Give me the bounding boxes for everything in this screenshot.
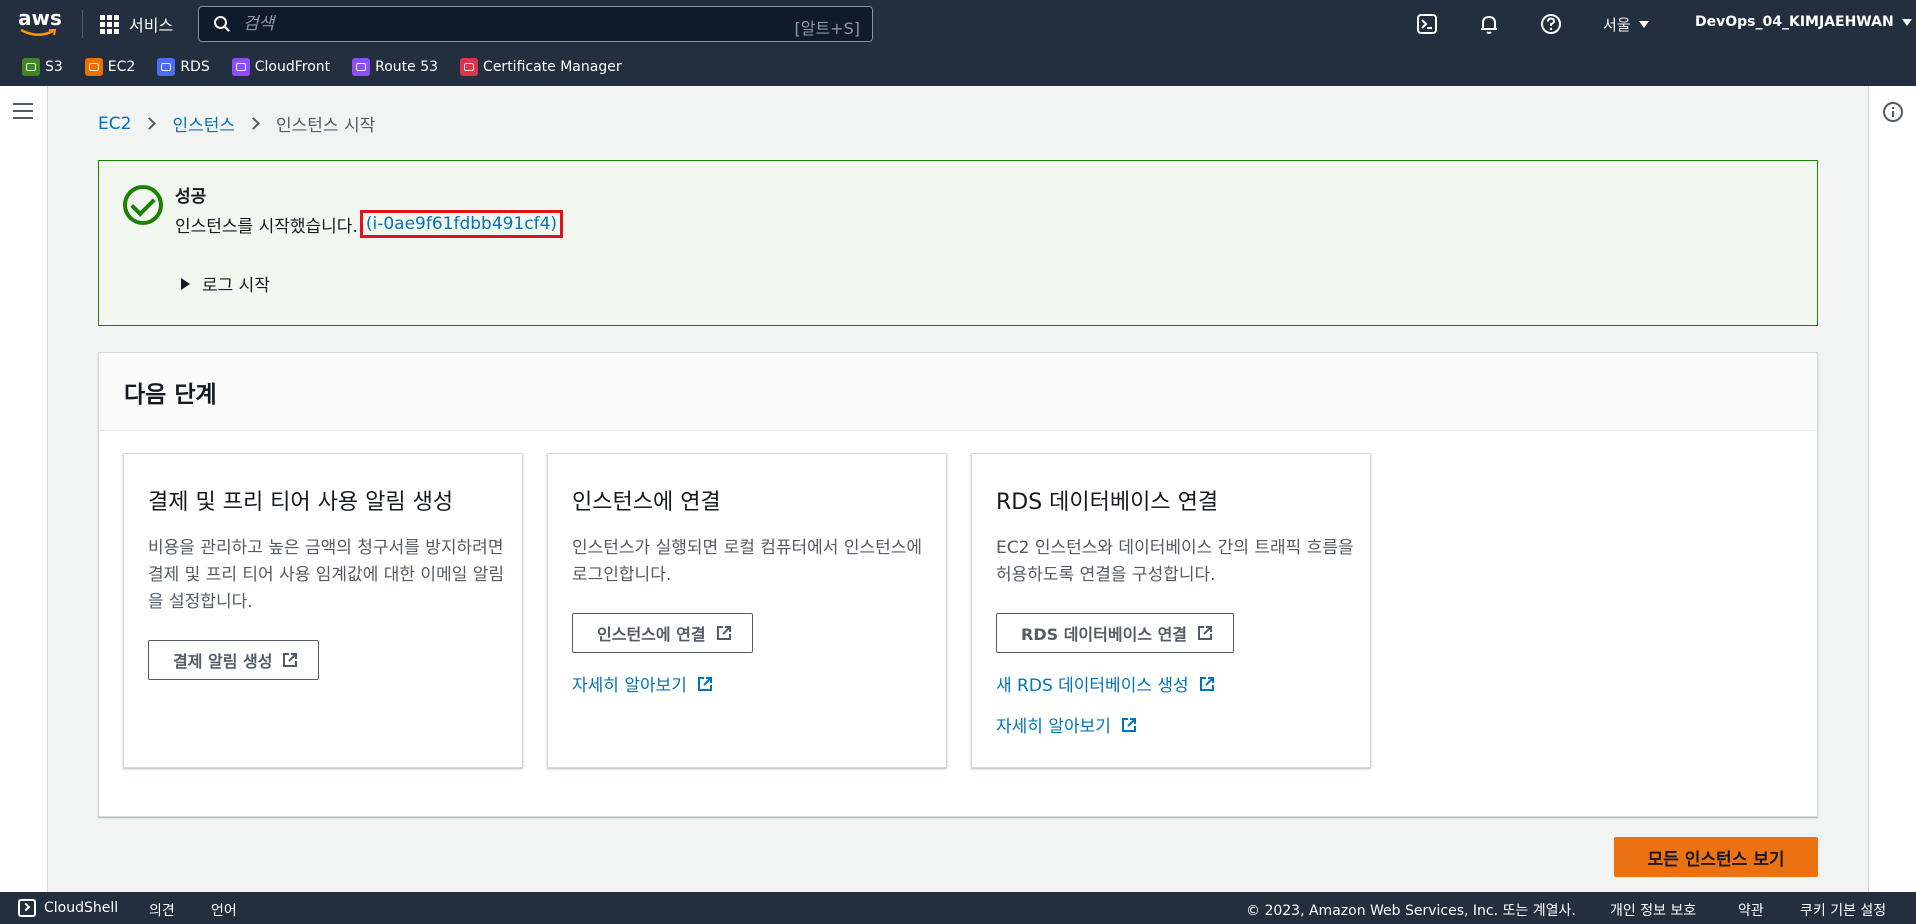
external-link-icon [716, 626, 731, 640]
search-shortcut: [알트+S] [794, 19, 861, 38]
connect-instance-button[interactable]: 인스턴스에 연결 [572, 613, 753, 653]
favorite-label: EC2 [107, 59, 136, 75]
favorite-label: RDS [180, 59, 210, 75]
footer: CloudShell 의견 언어 © 2023, Amazon Web Serv… [0, 892, 1916, 924]
search-input[interactable] [243, 14, 763, 34]
caret-down-icon [1638, 21, 1649, 28]
success-check-icon [123, 185, 163, 225]
next-steps-title: 다음 단계 [124, 382, 217, 408]
learn-more-link[interactable]: 자세히 알아보기 [996, 712, 1137, 737]
favorite-s3[interactable]: S3 [22, 58, 63, 76]
footer-language-link[interactable]: 언어 [211, 900, 237, 920]
launch-log-label: 로그 시작 [202, 276, 270, 296]
card-description: EC2 인스턴스와 데이터베이스 간의 트래픽 흐름을 허용하도록 연결을 구성… [996, 538, 1354, 585]
external-link-icon [283, 653, 298, 667]
alert-title: 성공 [175, 187, 207, 207]
launch-log-toggle[interactable]: 로그 시작 [181, 271, 270, 296]
footer-feedback-link[interactable]: 의견 [149, 900, 175, 920]
success-alert: 성공 인스턴스를 시작했습니다. (i-0ae9f61fdbb491cf4) 로… [98, 160, 1818, 326]
next-steps-panel: 다음 단계 결제 및 프리 티어 사용 알림 생성 비용을 관리하고 높은 금액… [98, 352, 1818, 817]
favorite-rds[interactable]: RDS [157, 58, 210, 76]
link-label: 자세히 알아보기 [996, 717, 1111, 737]
card-title: 결제 및 프리 티어 사용 알림 생성 [148, 490, 454, 515]
hamburger-menu-icon[interactable] [13, 103, 33, 124]
footer-privacy-link[interactable]: 개인 정보 보호 [1610, 900, 1696, 920]
favorite-label: Certificate Manager [483, 59, 622, 75]
chevron-right-icon [143, 117, 157, 130]
create-rds-database-link[interactable]: 새 RDS 데이터베이스 생성 [996, 671, 1215, 696]
favorite-certificate-manager[interactable]: Certificate Manager [460, 58, 622, 76]
region-selector[interactable]: 서울 [1603, 14, 1649, 35]
cloudshell-label: CloudShell [44, 900, 119, 916]
breadcrumb-current: 인스턴스 시작 [276, 116, 376, 136]
external-link-icon [1199, 676, 1214, 691]
next-steps-header: 다음 단계 [99, 353, 1817, 431]
help-icon[interactable] [1540, 13, 1562, 35]
card-description: 비용을 관리하고 높은 금액의 청구서를 방지하려면 결제 및 프리 티어 사용… [148, 538, 505, 612]
bell-icon[interactable] [1478, 13, 1500, 35]
footer-copyright: © 2023, Amazon Web Services, Inc. 또는 계열사… [1246, 903, 1576, 919]
connect-instance-card: 인스턴스에 연결 인스턴스가 실행되면 로컬 컴퓨터에서 인스턴스에 로그인합니… [547, 453, 947, 768]
link-label: 새 RDS 데이터베이스 생성 [996, 676, 1189, 696]
button-label: RDS 데이터베이스 연결 [1021, 625, 1188, 644]
rds-icon [157, 58, 176, 76]
view-all-instances-button[interactable]: 모든 인스턴스 보기 [1614, 837, 1818, 877]
footer-cloudshell-button[interactable]: CloudShell [18, 899, 118, 917]
external-link-icon [1198, 626, 1213, 640]
info-icon[interactable] [1883, 102, 1903, 122]
external-link-icon [697, 676, 712, 691]
region-label: 서울 [1603, 16, 1631, 34]
chevron-right-icon [247, 117, 260, 130]
button-label: 결제 알림 생성 [173, 652, 273, 671]
favorite-cloudfront[interactable]: CloudFront [231, 58, 331, 76]
button-label: 인스턴스에 연결 [597, 625, 706, 644]
ec2-icon [84, 58, 103, 76]
nav-separator [82, 10, 83, 38]
route53-icon [352, 58, 371, 76]
favorite-label: CloudFront [254, 59, 331, 75]
left-sidebar [0, 86, 48, 892]
cloudshell-icon[interactable] [1416, 13, 1438, 35]
billing-alert-card: 결제 및 프리 티어 사용 알림 생성 비용을 관리하고 높은 금액의 청구서를… [123, 453, 523, 768]
breadcrumb-instances[interactable]: 인스턴스 [172, 111, 235, 136]
favorite-label: Route 53 [375, 59, 439, 75]
link-label: 자세히 알아보기 [572, 676, 687, 696]
caret-right-icon [181, 277, 190, 290]
card-description: 인스턴스가 실행되면 로컬 컴퓨터에서 인스턴스에 로그인합니다. [572, 538, 923, 585]
services-label: 서비스 [129, 16, 174, 35]
instance-id-link[interactable]: (i-0ae9f61fdbb491cf4) [359, 210, 564, 238]
aws-logo[interactable]: aws [18, 8, 62, 40]
right-sidebar [1868, 86, 1916, 892]
search-icon [214, 16, 230, 32]
footer-terms-link[interactable]: 약관 [1738, 900, 1764, 920]
s3-icon [22, 58, 40, 76]
card-title: RDS 데이터베이스 연결 [996, 490, 1219, 515]
card-title: 인스턴스에 연결 [572, 490, 721, 515]
learn-more-link[interactable]: 자세히 알아보기 [572, 671, 713, 696]
favorite-route53[interactable]: Route 53 [352, 58, 438, 76]
breadcrumb-ec2[interactable]: EC2 [98, 114, 131, 134]
grid-icon [100, 14, 119, 34]
favorites-bar: S3 EC2 RDS CloudFront Route 53 Certifica… [0, 48, 1916, 86]
favorite-ec2[interactable]: EC2 [84, 58, 136, 76]
breadcrumb: EC2 인스턴스 인스턴스 시작 [98, 111, 376, 137]
services-menu-button[interactable]: 서비스 [100, 12, 173, 36]
external-link-icon [1121, 717, 1136, 732]
footer-cookie-preferences-link[interactable]: 쿠키 기본 설정 [1800, 900, 1886, 920]
cloudshell-icon [18, 899, 36, 917]
account-name: DevOps_04_KIMJAEHWAN [1695, 14, 1894, 30]
top-navigation: aws 서비스 [알트+S] 서울 D [0, 0, 1916, 48]
search-bar[interactable]: [알트+S] [198, 6, 873, 42]
connect-rds-database-button[interactable]: RDS 데이터베이스 연결 [996, 613, 1235, 653]
cloudfront-icon [231, 58, 250, 76]
certificate-manager-icon [460, 58, 479, 76]
account-menu[interactable]: DevOps_04_KIMJAEHWAN [1695, 14, 1912, 30]
aws-smile-icon [20, 28, 57, 36]
alert-message-text: 인스턴스를 시작했습니다. [175, 216, 358, 237]
caret-down-icon [1901, 18, 1912, 26]
alert-message: 인스턴스를 시작했습니다. (i-0ae9f61fdbb491cf4) [175, 210, 564, 238]
create-billing-alert-button[interactable]: 결제 알림 생성 [148, 640, 320, 680]
rds-connection-card: RDS 데이터베이스 연결 EC2 인스턴스와 데이터베이스 간의 트래픽 흐름… [971, 453, 1371, 768]
favorite-label: S3 [45, 59, 63, 75]
